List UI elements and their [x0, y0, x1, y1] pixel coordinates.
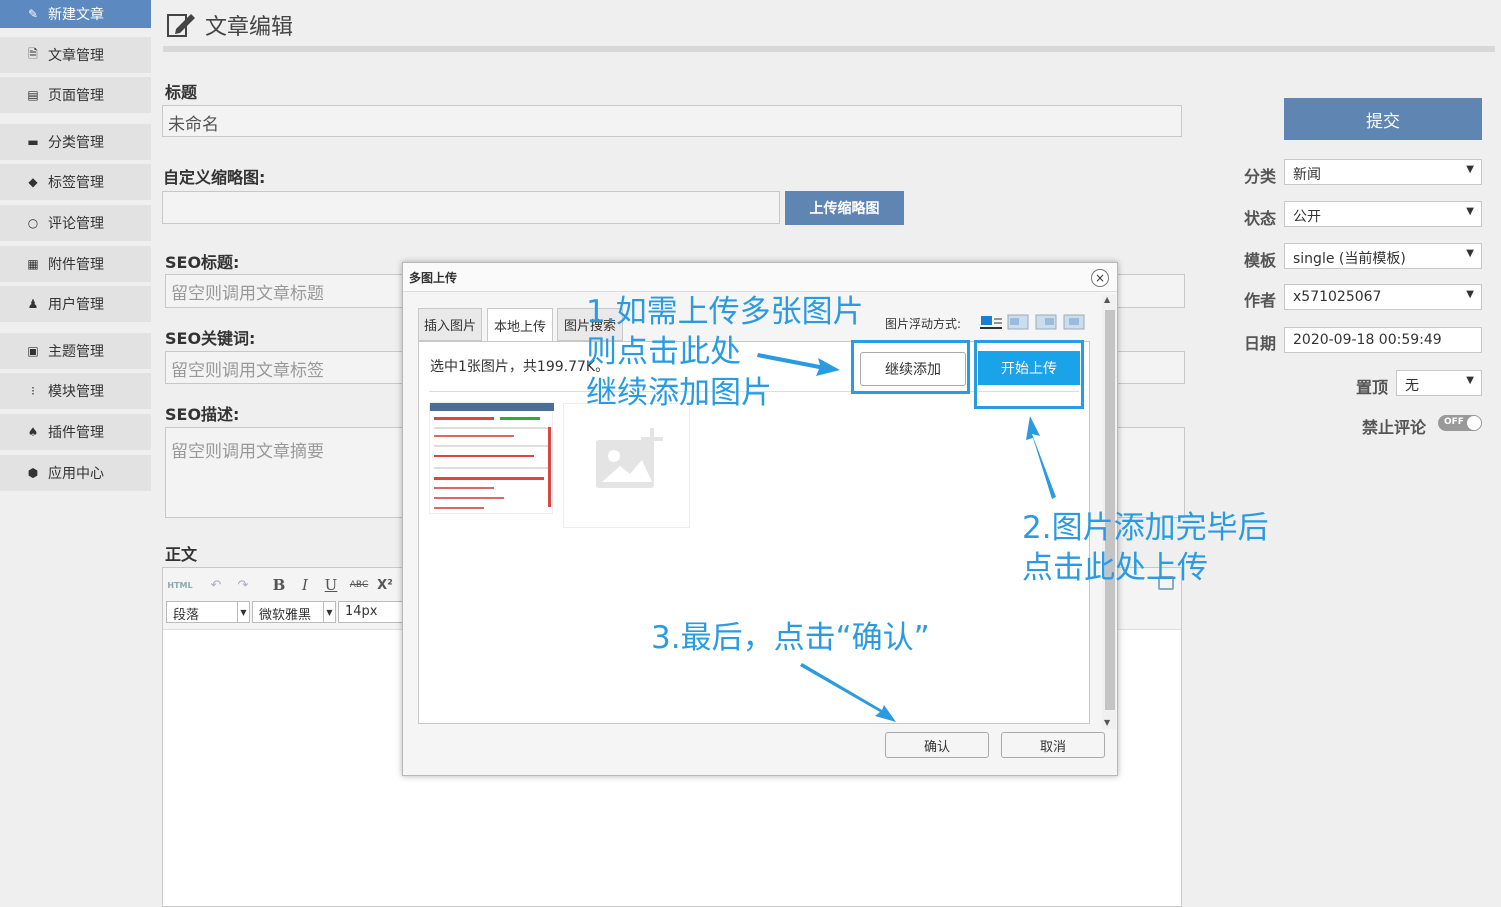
annotation-arrows [757, 353, 1056, 722]
arrow-to-continue-add [757, 353, 840, 376]
arrow-to-confirm [800, 663, 896, 722]
arrow-to-start-upload [1026, 416, 1056, 499]
